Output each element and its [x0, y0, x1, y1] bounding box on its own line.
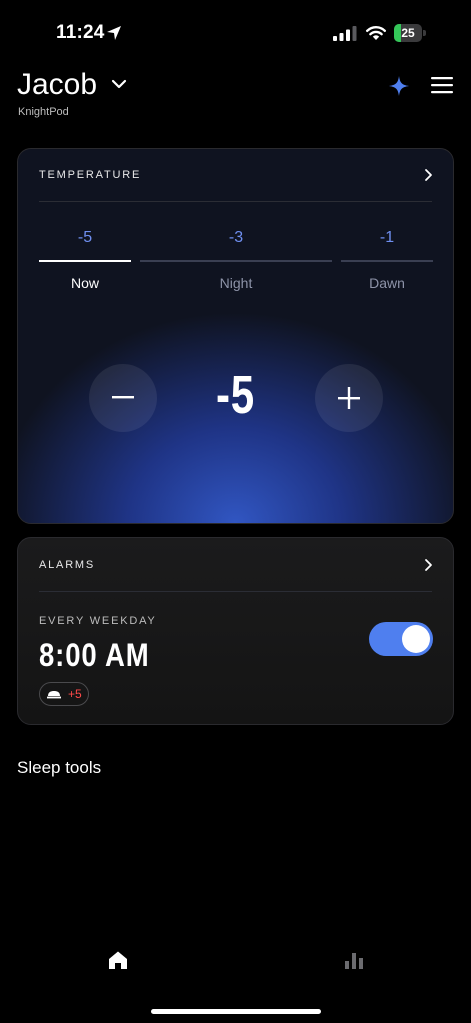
status-time: 11:24: [56, 22, 105, 43]
alarms-title: ALARMS: [39, 559, 96, 571]
bar-chart-icon[interactable]: [344, 950, 364, 970]
sparkle-icon[interactable]: [388, 75, 410, 97]
divider: [39, 201, 432, 202]
alarm-temperature-chip: +5: [39, 682, 89, 706]
chevron-right-icon[interactable]: [423, 558, 433, 572]
tab-now[interactable]: -5 Now: [39, 229, 131, 291]
user-name[interactable]: Jacob: [17, 68, 97, 102]
tab-now-label: Now: [70, 275, 99, 291]
tab-night-indicator: [140, 260, 332, 262]
tab-dawn[interactable]: -1 Dawn: [341, 229, 433, 291]
chevron-down-icon[interactable]: [111, 78, 127, 90]
alarm-chip-value: +5: [68, 687, 82, 701]
home-icon[interactable]: [108, 950, 128, 970]
battery-icon: 25: [394, 24, 428, 42]
location-arrow-icon: [107, 26, 121, 40]
temperature-title: TEMPERATURE: [39, 169, 142, 181]
tab-dawn-value: -1: [379, 229, 395, 246]
toggle-knob: [402, 625, 430, 653]
tab-dawn-indicator: [341, 260, 433, 262]
bed-icon: [47, 691, 61, 699]
alarm-schedule: EVERY WEEKDAY: [39, 615, 157, 627]
temperature-card: TEMPERATURE -5 Now -3 Night -1 Dawn -5: [17, 148, 454, 524]
alarm-time[interactable]: 8:00 AM: [39, 637, 150, 674]
sleep-tools-heading: Sleep tools: [17, 758, 102, 777]
device-name: KnightPod: [18, 106, 69, 118]
tab-now-value: -5: [77, 229, 93, 246]
increase-temperature-button[interactable]: [315, 364, 383, 432]
plus-icon: [338, 387, 360, 409]
divider: [39, 591, 432, 592]
chevron-right-icon[interactable]: [423, 168, 433, 182]
tab-night-value: -3: [228, 229, 244, 246]
tab-night[interactable]: -3 Night: [140, 229, 332, 291]
home-indicator[interactable]: [151, 1009, 321, 1014]
alarm-toggle[interactable]: [369, 622, 433, 656]
tab-now-indicator: [39, 260, 131, 262]
alarms-card: ALARMS EVERY WEEKDAY 8:00 AM +5: [17, 537, 454, 725]
tab-night-label: Night: [219, 275, 253, 291]
cellular-signal-icon: [333, 26, 357, 41]
wifi-icon: [366, 26, 386, 40]
battery-percent: 25: [401, 26, 415, 40]
tab-dawn-label: Dawn: [369, 275, 405, 291]
menu-icon[interactable]: [430, 75, 454, 95]
